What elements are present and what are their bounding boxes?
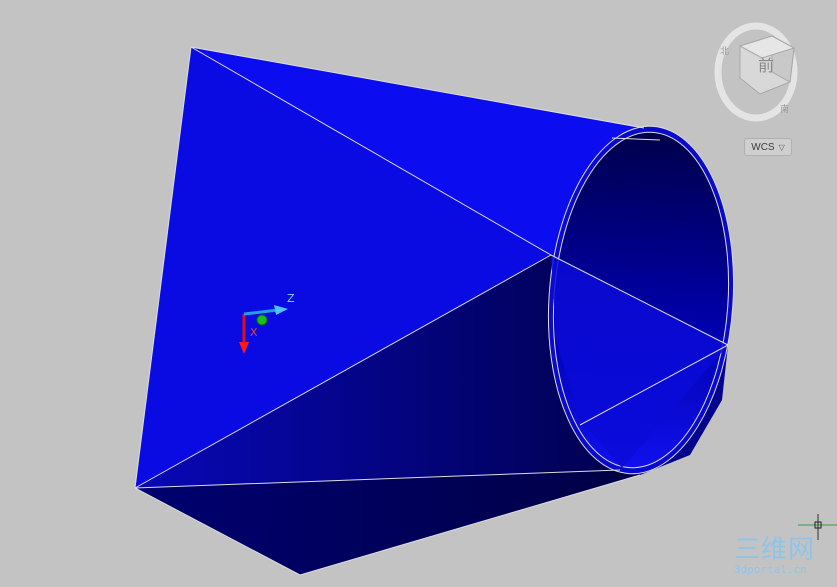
svg-text:南: 南	[780, 103, 789, 115]
watermark-title: 三维网	[734, 535, 816, 565]
chevron-down-icon: ▽	[778, 142, 785, 152]
coordinate-system-dropdown[interactable]: WCS ▽	[744, 138, 792, 156]
model-viewport[interactable]: 北 南 前 WCS ▽ Z X 三维网 3dportal.cn	[0, 0, 837, 587]
ucs-z-label: Z	[287, 292, 295, 305]
ucs-x-label: X	[250, 326, 258, 339]
watermark-url: 3dportal.cn	[734, 563, 807, 576]
svg-text:北: 北	[720, 46, 729, 57]
coordinate-system-label: WCS	[751, 141, 775, 153]
cone-bottom-flank	[135, 470, 640, 575]
viewcube-face-label[interactable]: 前	[746, 52, 786, 76]
site-watermark: 三维网 3dportal.cn	[734, 536, 834, 586]
